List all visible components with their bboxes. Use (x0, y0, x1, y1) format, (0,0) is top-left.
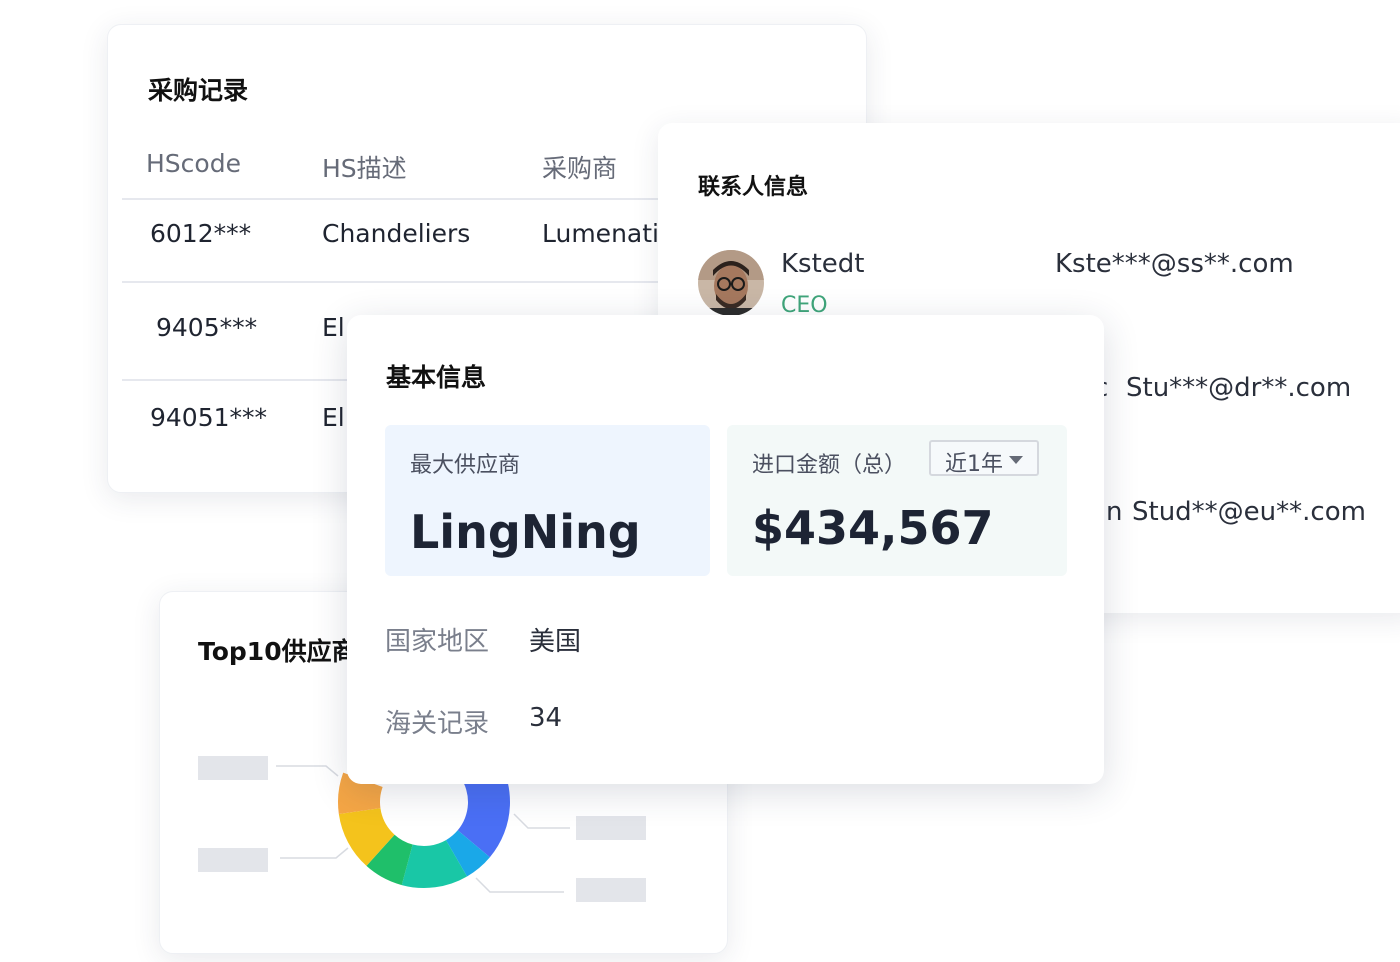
basic-info-card: 基本信息 最大供应商 LingNing 进口金额（总） 近1年 $434,567… (347, 315, 1104, 784)
period-dropdown[interactable]: 近1年 (929, 440, 1039, 477)
col-header-buyer[interactable]: 采购商 (542, 149, 617, 185)
table-cell-hs-desc: El (322, 313, 345, 342)
customs-records-value[interactable]: 34 (529, 703, 562, 733)
caret-down-icon (1009, 456, 1023, 464)
table-cell-hs-desc: El (322, 403, 345, 432)
country-value: 美国 (529, 627, 582, 657)
contact-email[interactable]: Stu***@dr**.com (1126, 373, 1351, 403)
col-header-hs-desc[interactable]: HS描述 (322, 149, 407, 185)
contact-name: Kstedt (781, 249, 865, 279)
top-supplier-box[interactable]: 最大供应商 LingNing (385, 425, 710, 576)
table-divider (122, 198, 682, 200)
import-amount-box: 进口金额（总） 近1年 $434,567 (727, 425, 1067, 576)
purchase-records-title: 采购记录 (148, 76, 249, 105)
contacts-title: 联系人信息 (698, 175, 809, 200)
import-amount-value: $434,567 (752, 501, 994, 555)
contact-email[interactable]: Stud**@eu**.com (1132, 497, 1366, 527)
import-amount-label: 进口金额（总） (752, 453, 907, 478)
table-divider (122, 281, 682, 283)
col-header-hscode[interactable]: HScode (146, 149, 241, 178)
leader-line (276, 765, 339, 777)
table-cell-hscode: 94051*** (150, 403, 268, 432)
top-supplier-label: 最大供应商 (410, 453, 521, 478)
leader-line (280, 847, 349, 859)
contact-email[interactable]: Kste***@ss**.com (1055, 249, 1294, 279)
country-label: 国家地区 (385, 627, 490, 657)
table-cell-buyer: Lumenati (542, 219, 659, 248)
table-cell-hscode: 9405*** (156, 313, 258, 342)
leader-line (513, 813, 570, 829)
basic-info-title: 基本信息 (386, 363, 487, 392)
avatar[interactable] (698, 250, 764, 316)
table-cell-hscode: 6012*** (150, 219, 252, 248)
contact-name: n (1106, 497, 1123, 527)
leader-line (475, 877, 564, 893)
customs-records-label: 海关记录 (385, 709, 490, 739)
table-cell-hs-desc: Chandeliers (322, 219, 471, 248)
period-dropdown-value: 近1年 (945, 452, 1003, 477)
top-supplier-value: LingNing (410, 505, 641, 559)
